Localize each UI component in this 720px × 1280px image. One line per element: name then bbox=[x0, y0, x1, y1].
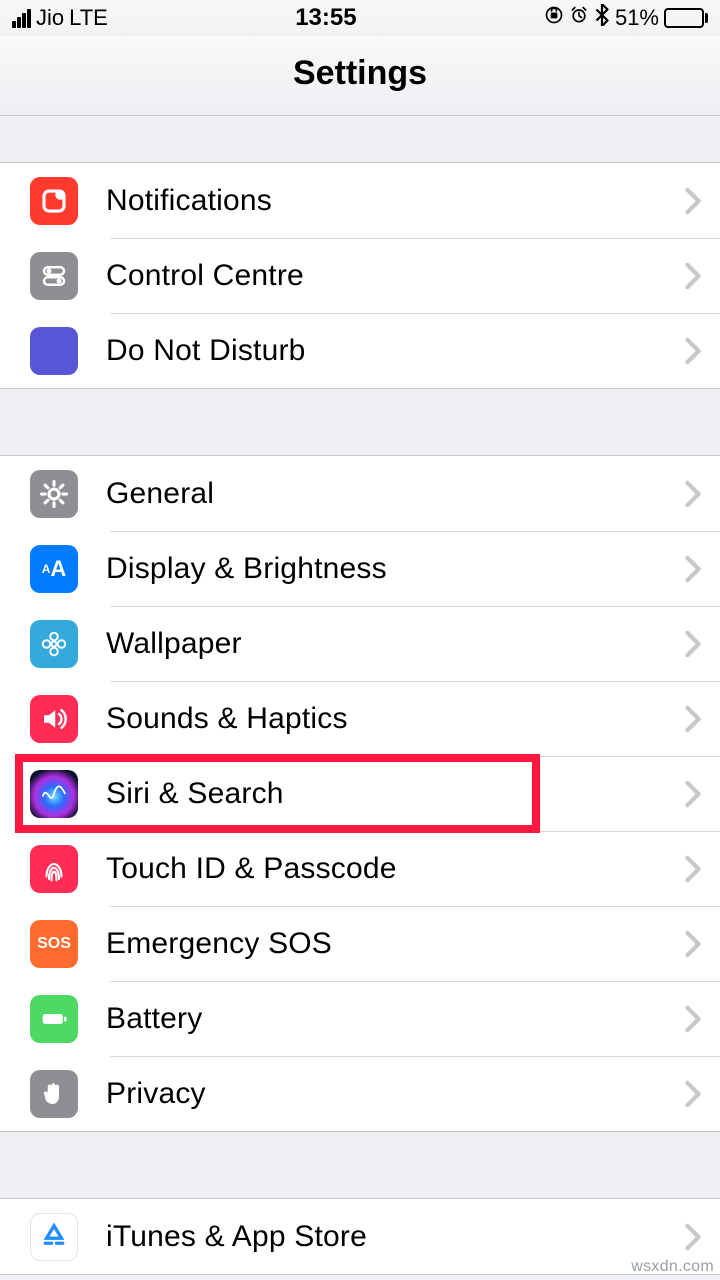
status-bar: Jio LTE 13:55 51% bbox=[0, 0, 720, 36]
row-emergency-sos[interactable]: SOS Emergency SOS bbox=[0, 906, 720, 981]
network-label: LTE bbox=[69, 5, 108, 31]
row-siri-search[interactable]: Siri & Search bbox=[0, 756, 720, 831]
settings-group-3: iTunes & App Store bbox=[0, 1198, 720, 1275]
row-notifications[interactable]: Notifications bbox=[0, 163, 720, 238]
chevron-right-icon bbox=[684, 555, 702, 583]
battery-pct-label: 51% bbox=[615, 5, 659, 31]
chevron-right-icon bbox=[684, 1080, 702, 1108]
row-itunes-app-store[interactable]: iTunes & App Store bbox=[0, 1199, 720, 1274]
row-label: Do Not Disturb bbox=[106, 334, 684, 368]
moon-icon bbox=[30, 327, 78, 375]
row-wallpaper[interactable]: Wallpaper bbox=[0, 606, 720, 681]
orientation-lock-icon bbox=[544, 5, 564, 31]
notifications-icon bbox=[30, 177, 78, 225]
row-general[interactable]: General bbox=[0, 456, 720, 531]
row-touchid-passcode[interactable]: Touch ID & Passcode bbox=[0, 831, 720, 906]
row-label: Touch ID & Passcode bbox=[106, 852, 684, 886]
row-label: Privacy bbox=[106, 1077, 684, 1111]
row-label: Sounds & Haptics bbox=[106, 702, 684, 736]
sos-icon: SOS bbox=[30, 920, 78, 968]
aa-icon: AA bbox=[30, 545, 78, 593]
appstore-icon bbox=[30, 1213, 78, 1261]
page-title: Settings bbox=[0, 54, 720, 93]
chevron-right-icon bbox=[684, 630, 702, 658]
chevron-right-icon bbox=[684, 480, 702, 508]
row-label: iTunes & App Store bbox=[106, 1220, 684, 1254]
status-time: 13:55 bbox=[295, 4, 356, 32]
hand-icon bbox=[30, 1070, 78, 1118]
row-label: General bbox=[106, 477, 684, 511]
row-label: Display & Brightness bbox=[106, 552, 684, 586]
chevron-right-icon bbox=[684, 930, 702, 958]
fingerprint-icon bbox=[30, 845, 78, 893]
row-privacy[interactable]: Privacy bbox=[0, 1056, 720, 1131]
row-label: Battery bbox=[106, 1002, 684, 1036]
row-do-not-disturb[interactable]: Do Not Disturb bbox=[0, 313, 720, 388]
row-display-brightness[interactable]: AA Display & Brightness bbox=[0, 531, 720, 606]
chevron-right-icon bbox=[684, 855, 702, 883]
battery-icon bbox=[664, 8, 708, 28]
gear-icon bbox=[30, 470, 78, 518]
sos-icon-text: SOS bbox=[37, 935, 71, 953]
chevron-right-icon bbox=[684, 1005, 702, 1033]
flower-icon bbox=[30, 620, 78, 668]
carrier-label: Jio bbox=[36, 5, 64, 31]
watermark: wsxdn.com bbox=[631, 1258, 714, 1276]
status-left: Jio LTE bbox=[12, 5, 108, 31]
row-label: Control Centre bbox=[106, 259, 684, 293]
row-label: Emergency SOS bbox=[106, 927, 684, 961]
chevron-right-icon bbox=[684, 1223, 702, 1251]
row-sounds-haptics[interactable]: Sounds & Haptics bbox=[0, 681, 720, 756]
row-control-centre[interactable]: Control Centre bbox=[0, 238, 720, 313]
status-right: 51% bbox=[544, 4, 708, 32]
speaker-icon bbox=[30, 695, 78, 743]
battery-icon bbox=[30, 995, 78, 1043]
group-spacer bbox=[0, 1132, 720, 1198]
row-label: Wallpaper bbox=[106, 627, 684, 661]
chevron-right-icon bbox=[684, 780, 702, 808]
settings-group-1: Notifications Control Centre Do Not Dist… bbox=[0, 162, 720, 389]
bluetooth-icon bbox=[594, 4, 610, 32]
chevron-right-icon bbox=[684, 187, 702, 215]
toggles-icon bbox=[30, 252, 78, 300]
chevron-right-icon bbox=[684, 337, 702, 365]
settings-group-2: General AA Display & Brightness Wallpape… bbox=[0, 455, 720, 1132]
row-label: Siri & Search bbox=[106, 777, 684, 811]
group-spacer bbox=[0, 116, 720, 162]
row-label: Notifications bbox=[106, 184, 684, 218]
chevron-right-icon bbox=[684, 705, 702, 733]
signal-icon bbox=[12, 9, 31, 28]
group-spacer bbox=[0, 389, 720, 455]
row-battery[interactable]: Battery bbox=[0, 981, 720, 1056]
siri-icon bbox=[30, 770, 78, 818]
alarm-icon bbox=[569, 5, 589, 31]
chevron-right-icon bbox=[684, 262, 702, 290]
nav-header: Settings bbox=[0, 36, 720, 116]
